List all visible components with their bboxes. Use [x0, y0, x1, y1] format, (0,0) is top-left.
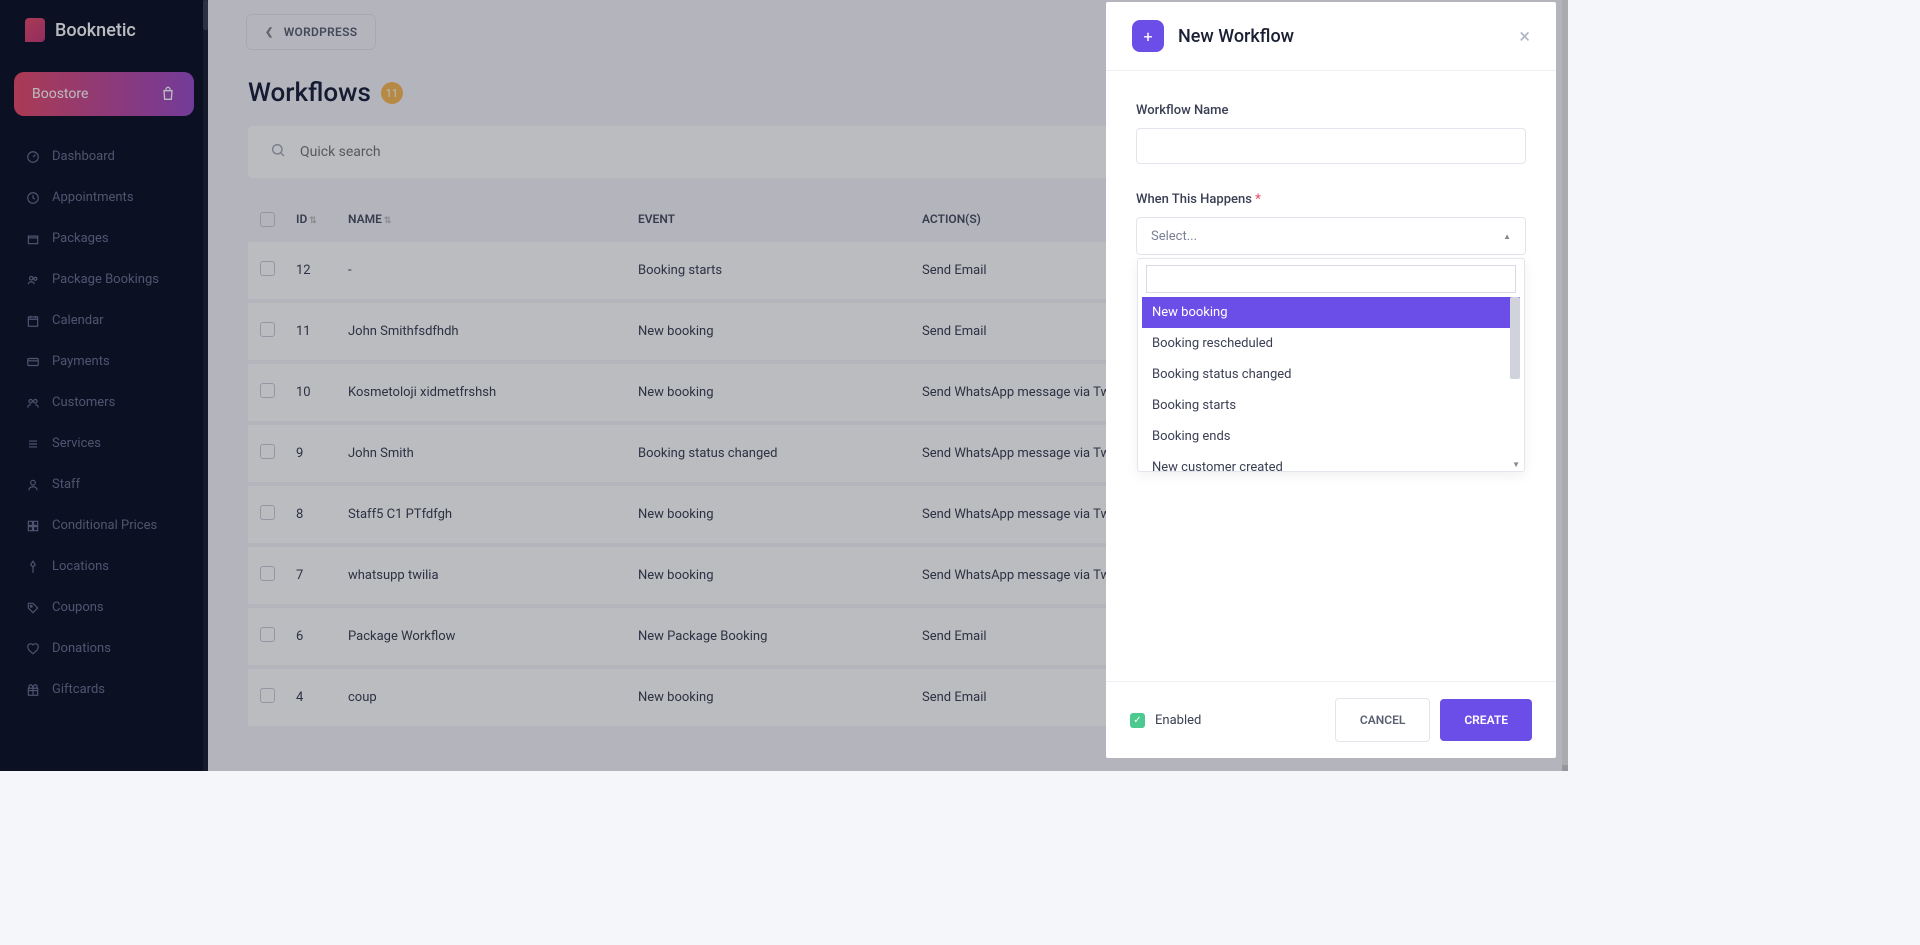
caret-up-icon: ▲: [1503, 232, 1511, 241]
modal-body: Workflow Name When This Happens * Select…: [1106, 71, 1556, 681]
dropdown-search-input[interactable]: [1146, 265, 1516, 293]
create-button[interactable]: CREATE: [1440, 699, 1532, 741]
caret-down-icon: ▼: [1512, 460, 1520, 469]
close-icon[interactable]: ×: [1519, 24, 1530, 48]
dropdown-option[interactable]: Booking starts: [1142, 390, 1520, 421]
enabled-label: Enabled: [1155, 713, 1325, 728]
new-workflow-modal: + New Workflow × Workflow Name When This…: [1106, 2, 1556, 758]
enabled-checkbox[interactable]: ✓: [1130, 713, 1145, 728]
dropdown-option[interactable]: Booking ends: [1142, 421, 1520, 452]
trigger-select[interactable]: Select... ▲ New bookingBooking reschedul…: [1136, 217, 1526, 255]
modal-footer: ✓ Enabled CANCEL CREATE: [1106, 681, 1556, 758]
dropdown-option[interactable]: New customer created: [1142, 452, 1520, 483]
trigger-dropdown: New bookingBooking rescheduledBooking st…: [1137, 258, 1525, 472]
dropdown-option[interactable]: Booking rescheduled: [1142, 328, 1520, 359]
workflow-name-label: Workflow Name: [1136, 103, 1526, 118]
modal-header: + New Workflow ×: [1106, 2, 1556, 71]
trigger-label: When This Happens *: [1136, 192, 1526, 207]
dropdown-option[interactable]: Booking status changed: [1142, 359, 1520, 390]
modal-title: New Workflow: [1178, 26, 1505, 47]
cancel-button[interactable]: CANCEL: [1335, 698, 1430, 742]
dropdown-list: New bookingBooking rescheduledBooking st…: [1142, 297, 1520, 467]
required-mark: *: [1255, 192, 1261, 207]
dropdown-option[interactable]: New booking: [1142, 297, 1520, 328]
dropdown-scrollbar[interactable]: [1510, 297, 1520, 379]
workflow-name-input[interactable]: [1136, 128, 1526, 164]
select-placeholder: Select...: [1151, 229, 1197, 244]
plus-icon: +: [1132, 20, 1164, 52]
